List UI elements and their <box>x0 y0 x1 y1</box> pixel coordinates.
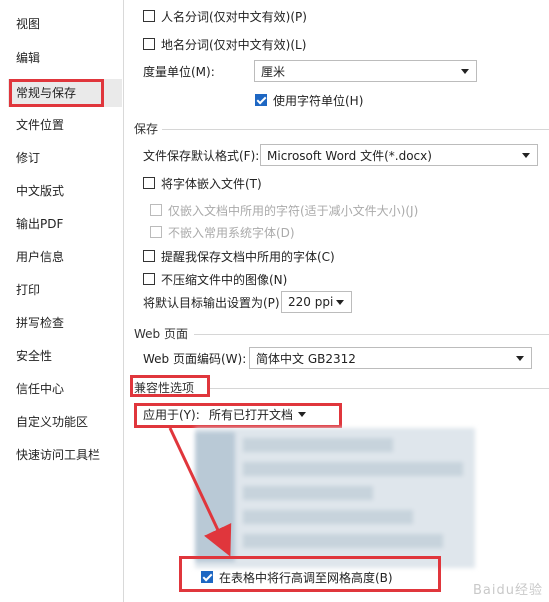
watermark: Baidu经验 <box>473 583 543 598</box>
annotation-box-grid-row-height <box>179 556 441 592</box>
annotation-arrow <box>168 427 232 557</box>
